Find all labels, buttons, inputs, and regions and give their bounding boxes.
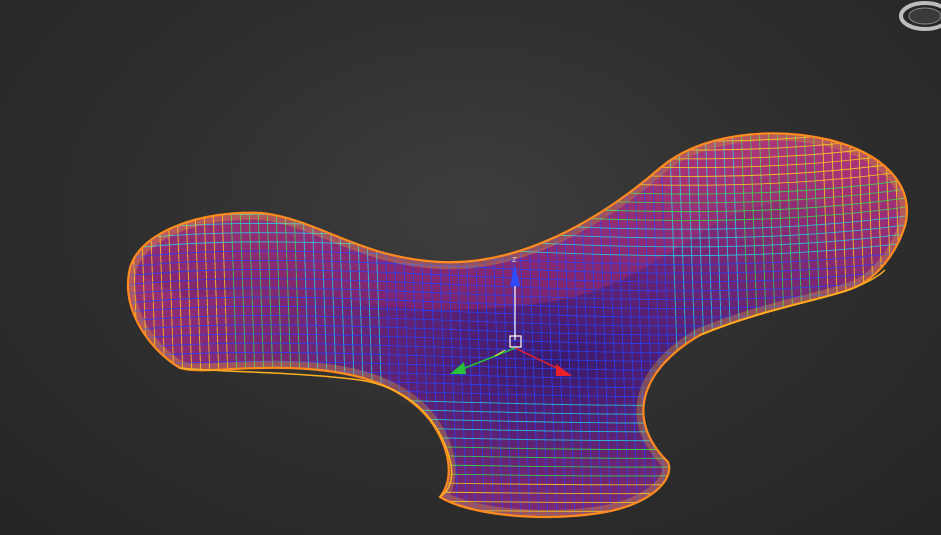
- scene: Z: [126, 1, 941, 519]
- 3d-viewport[interactable]: Z: [0, 0, 941, 535]
- z-axis-label: Z: [512, 256, 517, 264]
- viewcube-icon[interactable]: [899, 1, 941, 31]
